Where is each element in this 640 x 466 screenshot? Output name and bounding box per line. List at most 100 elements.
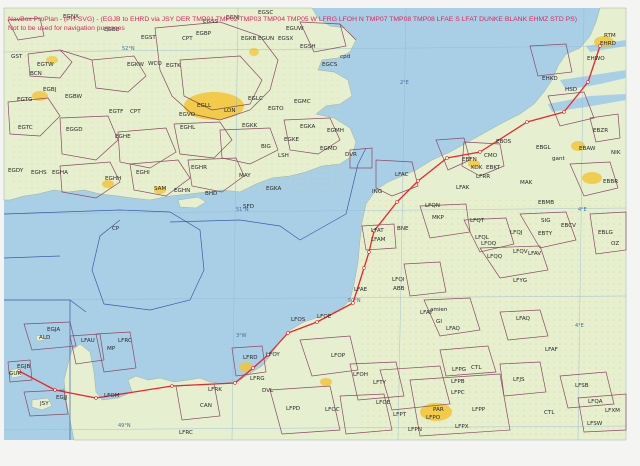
- map-label: EGMD: [320, 146, 337, 152]
- map-label: amien: [430, 307, 448, 313]
- waypoint-marker[interactable]: [367, 250, 371, 254]
- map-label: EBOS: [496, 139, 512, 145]
- map-label: SAM: [154, 186, 166, 192]
- chart-map[interactable]: EGNXEGBEEGNJEGSSEGUWEGSCEGST CPTEGBPEGKB E…: [0, 0, 640, 466]
- map-label: HSD: [565, 87, 577, 93]
- map-label: EGBP: [196, 31, 212, 37]
- map-label: BNE: [397, 226, 409, 232]
- map-label: EBKT: [486, 165, 501, 171]
- map-label: EGKA: [300, 124, 315, 130]
- waypoint-marker[interactable]: [233, 381, 237, 385]
- map-label: LFQI: [392, 277, 405, 283]
- map-label: BHD: [205, 191, 217, 197]
- map-label: EGKK: [242, 123, 258, 129]
- map-label: LFAK: [456, 185, 470, 191]
- map-label: EGTC: [18, 125, 33, 131]
- map-label: EBBR: [603, 179, 618, 185]
- graticule-label: 4°E: [578, 207, 587, 213]
- map-label: LFPC: [451, 390, 465, 396]
- map-label: BCN: [30, 71, 42, 77]
- waypoint-marker[interactable]: [170, 384, 174, 388]
- graticule-label: 50°N: [348, 298, 361, 304]
- map-label: EGTK: [166, 63, 181, 69]
- map-label: EBAW: [579, 146, 596, 152]
- map-label: GI: [436, 319, 442, 325]
- map-label: LFRK: [208, 387, 222, 393]
- map-label: EGKB: [241, 36, 257, 42]
- map-label: EGTW: [37, 62, 54, 68]
- plan-disclaimer: Not to be used for navigation purposes: [8, 25, 125, 32]
- map-label: EGJA: [47, 327, 60, 333]
- map-label: LFQN: [425, 203, 440, 209]
- map-label: LFAC: [395, 172, 409, 178]
- map-label: EGUN: [258, 36, 274, 42]
- waypoint-marker[interactable]: [586, 80, 590, 84]
- map-label: LFTY: [373, 380, 387, 386]
- map-label: LFAE: [354, 287, 368, 293]
- map-label: EGMH: [327, 128, 344, 134]
- map-label: CAN: [200, 403, 212, 409]
- map-label: EGLC: [248, 96, 263, 102]
- map-label: gant: [552, 156, 566, 162]
- map-label: EGHR: [191, 165, 207, 171]
- waypoint-marker[interactable]: [362, 266, 366, 270]
- map-label: EGBJ: [43, 87, 57, 93]
- map-label: EGUW: [286, 26, 304, 32]
- map-label: EGHH: [105, 176, 121, 182]
- map-label: EGDY: [8, 168, 24, 174]
- waypoint-marker[interactable]: [53, 388, 57, 392]
- map-label: OZ: [611, 241, 619, 247]
- graticule-label: 52°N: [122, 46, 135, 52]
- graticule-label: 49°N: [118, 423, 131, 429]
- waypoint-marker[interactable]: [286, 331, 290, 335]
- map-label: GST: [11, 54, 23, 60]
- map-label: EGKW: [127, 62, 144, 68]
- map-label: LFRD: [243, 355, 258, 361]
- graticule-label: 3°W: [236, 333, 247, 339]
- map-label: LFOH: [353, 372, 368, 378]
- map-label: EBZR: [593, 128, 608, 134]
- map-label: LFQQ: [487, 254, 503, 260]
- map-label: LFPD: [286, 406, 300, 412]
- city-chelmsford: [249, 48, 259, 56]
- map-label: GUR: [9, 371, 21, 377]
- waypoint-marker[interactable]: [445, 156, 449, 160]
- map-label: EGSH: [300, 44, 316, 50]
- waypoint-marker[interactable]: [478, 150, 482, 154]
- map-label: LFOQ: [481, 241, 497, 247]
- waypoint-marker[interactable]: [94, 396, 98, 400]
- map-label: EGHA: [52, 170, 68, 176]
- map-label: PAR: [433, 407, 444, 413]
- waypoint-marker[interactable]: [315, 320, 319, 324]
- map-label: EGHN: [174, 188, 190, 194]
- map-label: LFQV: [513, 249, 528, 255]
- map-label: EBMB: [538, 200, 554, 206]
- map-label: LFAQ: [446, 326, 461, 332]
- map-label: JSY: [39, 401, 49, 407]
- map-label: EGBW: [65, 94, 83, 100]
- waypoint-marker[interactable]: [525, 120, 529, 124]
- map-label: CTL: [544, 410, 555, 416]
- map-label: LFAQ: [516, 316, 531, 322]
- waypoint-marker[interactable]: [562, 110, 566, 114]
- waypoint-marker[interactable]: [251, 366, 255, 370]
- waypoint-marker[interactable]: [395, 200, 399, 204]
- map-label: LFOE: [376, 400, 391, 406]
- map-label: WCO: [148, 61, 162, 67]
- map-label: EBLG: [598, 230, 613, 236]
- map-label: LFYG: [513, 278, 527, 284]
- waypoint-marker[interactable]: [416, 179, 420, 183]
- map-label: LFQJ: [510, 230, 523, 236]
- map-label: LFPX: [455, 424, 469, 430]
- map-label: MAK: [520, 180, 533, 186]
- map-label: EHWO: [587, 56, 605, 62]
- map-label: EGSX: [278, 36, 293, 42]
- map-label: EGKE: [284, 137, 300, 143]
- map-label: LFOE: [317, 314, 332, 320]
- map-label: EGHI: [136, 170, 150, 176]
- map-label: LFOY: [266, 352, 280, 358]
- map-label: LFAM: [371, 237, 386, 243]
- graticule-label: 2°E: [400, 80, 409, 86]
- map-label: LFQT: [470, 218, 485, 224]
- map-label: MAY: [239, 173, 251, 179]
